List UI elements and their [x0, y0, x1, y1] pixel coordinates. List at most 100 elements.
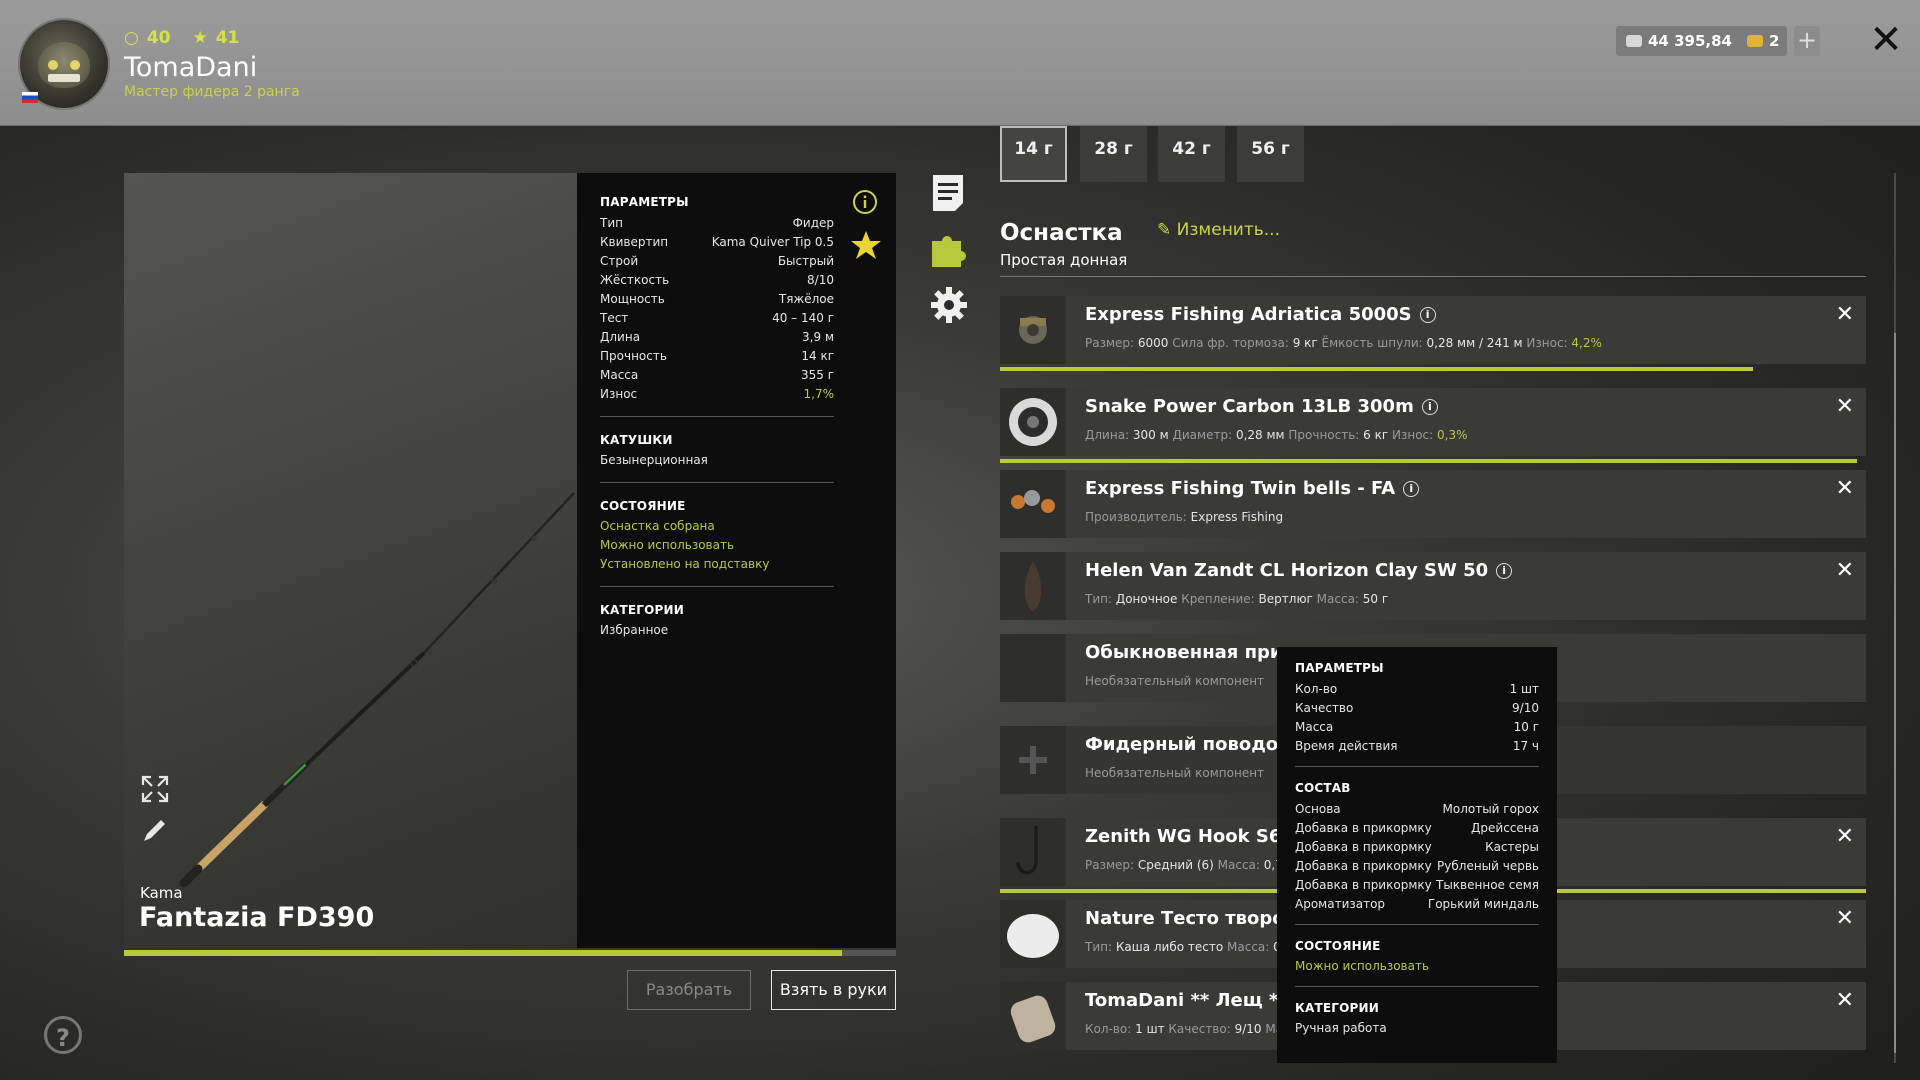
- rod-durability-bar: [124, 950, 896, 956]
- add-gold-button[interactable]: +: [1794, 26, 1820, 56]
- param-row: Добавка в прикормку Рубленый червь: [1295, 857, 1539, 876]
- notes-icon[interactable]: [931, 173, 965, 217]
- param-value: Молотый горох: [1442, 802, 1540, 816]
- divider: [1295, 924, 1539, 925]
- rig-item[interactable]: Helen Van Zandt CL Horizon Clay SW 50 i Ти…: [1000, 552, 1866, 620]
- param-row: Добавка в прикормку Тыквенное семя: [1295, 876, 1539, 895]
- flag-russia-icon: [22, 92, 38, 103]
- param-label: Длина: [600, 330, 641, 344]
- edit-rig-link[interactable]: ✎ Изменить...: [1157, 220, 1280, 240]
- rig-item[interactable]: Express Fishing Adriatica 5000S i Размер: …: [1000, 296, 1866, 371]
- info-icon[interactable]: i: [1496, 563, 1513, 579]
- level-star: ★ 41: [192, 28, 240, 48]
- param-label: Основа: [1295, 802, 1341, 816]
- param-value: Kama Quiver Tip 0.5: [711, 235, 834, 249]
- categories-value: Избранное: [600, 623, 669, 637]
- avatar-mouth: [48, 74, 80, 82]
- state-item: Можно использовать: [600, 538, 735, 552]
- remove-item-icon[interactable]: ✕: [1836, 558, 1854, 583]
- item-thumbnail: [1000, 296, 1066, 364]
- remove-item-icon[interactable]: ✕: [1836, 906, 1854, 931]
- avatar-eye: [48, 60, 58, 70]
- param-row: Ароматизатор Горький миндаль: [1295, 895, 1539, 914]
- param-label: Добавка в прикормку: [1295, 821, 1432, 835]
- puzzle-icon[interactable]: [929, 229, 969, 273]
- top-header: ○ 40 ★ 41 TomaDani Мастер фидера 2 ранга 4…: [0, 0, 1920, 126]
- param-row: Основа Молотый горох: [1295, 800, 1539, 819]
- tooltip-categories-value: Ручная работа: [1295, 1021, 1387, 1035]
- param-value: 355 г: [800, 368, 834, 382]
- silver-balance: 44 395,84: [1616, 26, 1742, 56]
- categories-title: КАТЕГОРИИ: [600, 603, 685, 617]
- username: TomaDani: [124, 52, 258, 83]
- info-icon[interactable]: i: [1421, 399, 1438, 415]
- param-value: Тыквенное семя: [1436, 878, 1539, 892]
- item-details: Тип: Доночное Крепление: Вертлюг Масса: …: [1085, 592, 1389, 606]
- weight-tab[interactable]: 56 г: [1237, 126, 1304, 182]
- bait-tooltip: ПАРАМЕТРЫ Кол-во 1 шт Качество 9/10 Масса 10 …: [1277, 647, 1557, 1063]
- tooltip-state-title: СОСТОЯНИЕ: [1295, 939, 1381, 953]
- item-name: Snake Power Carbon 13LB 300m i: [1085, 396, 1438, 417]
- param-label: Строй: [600, 254, 639, 268]
- scrollbar-thumb[interactable]: [1894, 333, 1896, 1053]
- take-in-hands-button[interactable]: Взять в руки: [771, 970, 896, 1010]
- remove-item-icon[interactable]: ✕: [1836, 394, 1854, 419]
- favorite-star-icon[interactable]: [850, 229, 882, 265]
- remove-item-icon[interactable]: ✕: [1836, 302, 1854, 327]
- state-item: Оснастка собрана: [600, 519, 715, 533]
- rig-item[interactable]: Snake Power Carbon 13LB 300m i Длина: 300 …: [1000, 388, 1866, 463]
- player-rank: Мастер фидера 2 ранга: [124, 84, 300, 100]
- param-row: Длина 3,9 м: [600, 328, 834, 347]
- divider: [1000, 276, 1866, 277]
- expand-icon[interactable]: [140, 774, 170, 804]
- param-row: Качество 9/10: [1295, 699, 1539, 718]
- rig-item[interactable]: Express Fishing Twin bells - FA i Производ…: [1000, 470, 1866, 538]
- param-row: Строй Быстрый: [600, 252, 834, 271]
- reels-title: КАТУШКИ: [600, 433, 673, 447]
- info-icon[interactable]: [852, 189, 878, 215]
- item-thumbnail: [1000, 634, 1066, 702]
- param-value: Кастеры: [1485, 840, 1539, 854]
- info-icon[interactable]: i: [1419, 307, 1436, 323]
- edit-pencil-icon[interactable]: [140, 815, 170, 845]
- remove-item-icon[interactable]: ✕: [1836, 824, 1854, 849]
- weight-tab[interactable]: 28 г: [1080, 126, 1147, 182]
- param-row: Мощность Тяжёлое: [600, 290, 834, 309]
- remove-item-icon[interactable]: ✕: [1836, 988, 1854, 1013]
- rod-image: [179, 492, 575, 888]
- divider: [600, 416, 834, 417]
- param-value: 1,7%: [803, 387, 835, 401]
- star-level-icon: ★: [192, 28, 208, 48]
- gear-icon[interactable]: [929, 285, 969, 329]
- rig-subtitle: Простая донная: [1000, 251, 1128, 269]
- weight-tab[interactable]: 14 г: [1000, 126, 1067, 182]
- param-label: Добавка в прикормку: [1295, 878, 1432, 892]
- help-icon[interactable]: ?: [44, 1016, 82, 1054]
- param-label: Кол-во: [1295, 682, 1338, 696]
- param-label: Время действия: [1295, 739, 1398, 753]
- param-value: Тяжёлое: [778, 292, 834, 306]
- weight-tab[interactable]: 42 г: [1158, 126, 1225, 182]
- rod-name: Fantazia FD390: [139, 902, 375, 933]
- param-label: Масса: [600, 368, 639, 382]
- param-value: Рубленый червь: [1437, 859, 1539, 873]
- disassemble-button[interactable]: Разобрать: [627, 970, 751, 1010]
- scrollbar[interactable]: [1894, 173, 1896, 1063]
- tooltip-composition-list: Основа Молотый горох Добавка в прикормку Др…: [1295, 800, 1539, 914]
- info-icon[interactable]: i: [1403, 481, 1420, 497]
- divider: [1295, 986, 1539, 987]
- item-name: Helen Van Zandt CL Horizon Clay SW 50 i: [1085, 560, 1513, 581]
- param-row: Добавка в прикормку Кастеры: [1295, 838, 1539, 857]
- item-details: Размер: 6000 Сила фр. тормоза: 9 кг Ёмко…: [1085, 336, 1602, 350]
- param-label: Тест: [600, 311, 629, 325]
- param-value: 8/10: [807, 273, 834, 287]
- close-icon[interactable]: ✕: [1866, 20, 1906, 60]
- param-value: 17 ч: [1512, 739, 1539, 753]
- param-row: Добавка в прикормку Дрейссена: [1295, 819, 1539, 838]
- param-row: Время действия 17 ч: [1295, 737, 1539, 756]
- param-row: Жёсткость 8/10: [600, 271, 834, 290]
- item-details: Необязательный компонент: [1085, 674, 1265, 688]
- item-name: Zenith WG Hook S6i: [1085, 826, 1306, 847]
- param-value: 40 – 140 г: [772, 311, 834, 325]
- remove-item-icon[interactable]: ✕: [1836, 476, 1854, 501]
